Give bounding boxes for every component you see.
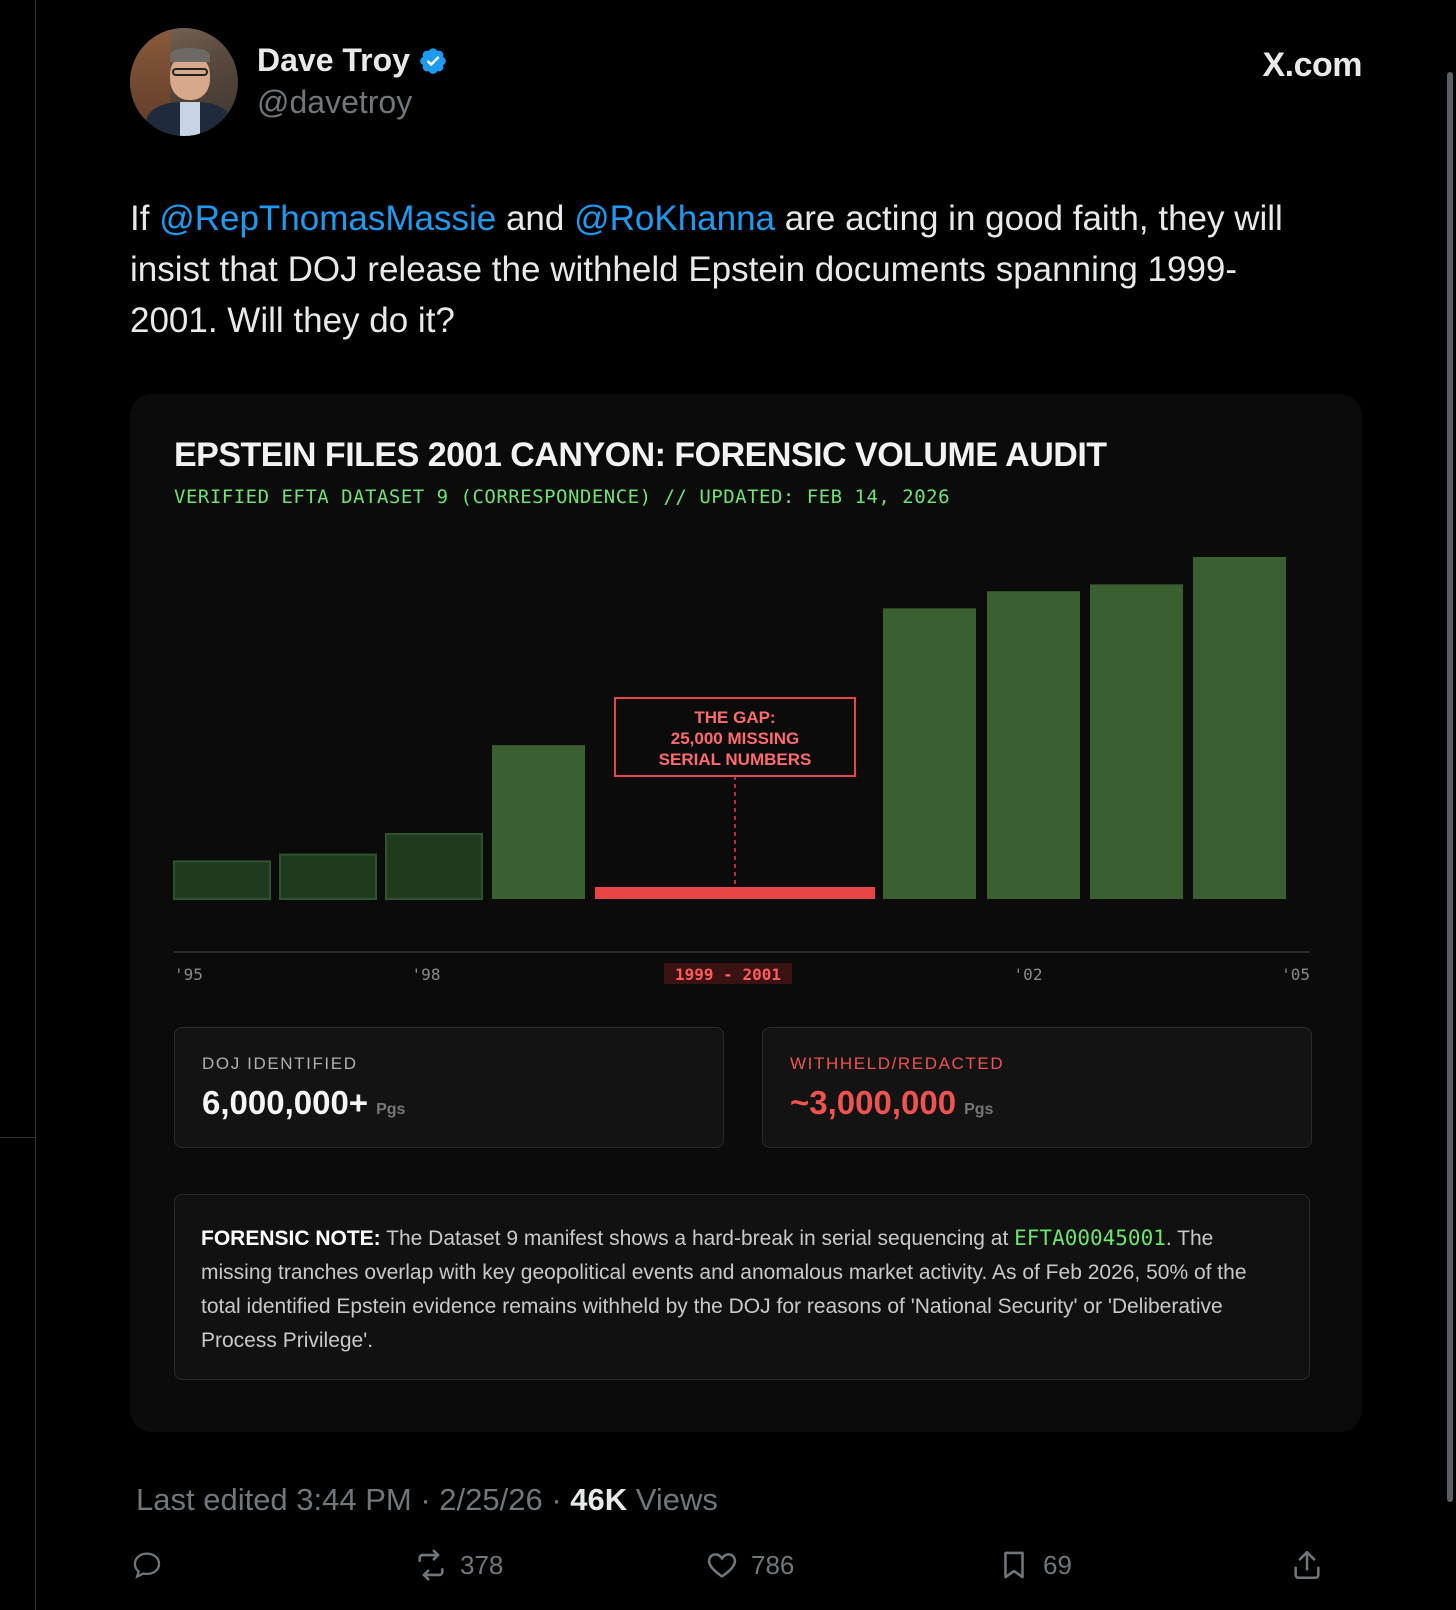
tweet-text-segment: If — [130, 199, 160, 238]
x-tick-label: '98 — [412, 965, 441, 984]
gap-annotation-text: THE GAP: — [694, 708, 775, 727]
stat-unit: Pgs — [964, 1101, 994, 1118]
scrollbar-thumb[interactable] — [1447, 72, 1453, 1502]
timeline-border — [35, 0, 36, 1610]
tweet-text: If @RepThomasMassie and @RoKhanna are ac… — [130, 193, 1320, 346]
x-tick-label: '02 — [1014, 965, 1043, 984]
gap-annotation-text: SERIAL NUMBERS — [659, 750, 812, 769]
media-card[interactable]: EPSTEIN FILES 2001 CANYON: FORENSIC VOLU… — [130, 394, 1362, 1432]
stat-card-doj-identified: DOJ IDENTIFIED 6,000,000+ Pgs — [174, 1027, 724, 1148]
stat-value: 6,000,000+ — [202, 1084, 369, 1121]
site-logo-label: X.com — [1262, 46, 1362, 84]
stat-card-withheld: WITHHELD/REDACTED ~3,000,000 Pgs — [762, 1027, 1312, 1148]
note-text: The Dataset 9 manifest shows a hard-brea… — [380, 1227, 1015, 1250]
bookmark-count: 69 — [1043, 1549, 1072, 1580]
verified-badge-icon — [420, 47, 446, 74]
tweet-meta: Last edited 3:44 PM · 2/25/26 · 46K View… — [136, 1482, 718, 1518]
stat-unit: Pgs — [376, 1101, 406, 1118]
x-tick-label: 1999 - 2001 — [675, 965, 781, 984]
retweet-count: 378 — [460, 1549, 504, 1580]
like-count: 786 — [751, 1549, 795, 1580]
retweet-icon — [418, 1549, 444, 1581]
tweet-actions: 378 786 69 — [130, 1548, 1362, 1588]
tweet-text-segment: and — [496, 199, 575, 238]
chart-subtitle: VERIFIED EFTA DATASET 9 (CORRESPONDENCE)… — [174, 486, 951, 508]
chart-bar — [492, 745, 585, 899]
stat-label: WITHHELD/REDACTED — [790, 1054, 1005, 1073]
gap-bar — [595, 887, 875, 899]
x-tick-label: '95 — [174, 965, 203, 984]
gap-annotation-text: 25,000 MISSING — [671, 729, 800, 748]
views-count: 46K — [570, 1482, 628, 1517]
scrollbar[interactable] — [1444, 60, 1456, 1512]
author-handle[interactable]: @davetroy — [257, 84, 412, 121]
chart-bar — [1090, 584, 1183, 899]
bar-chart: THE GAP: 25,000 MISSING SERIAL NUMBERS '95 '… — [173, 557, 1310, 984]
author-name-row[interactable]: Dave Troy — [257, 42, 448, 79]
reply-icon — [133, 1552, 161, 1579]
avatar[interactable] — [130, 28, 238, 136]
edited-timestamp[interactable]: Last edited 3:44 PM · 2/25/26 — [136, 1482, 543, 1517]
x-tick-label: '05 — [1281, 965, 1310, 984]
stat-label: DOJ IDENTIFIED — [202, 1054, 358, 1073]
share-icon — [1294, 1550, 1320, 1580]
retweet-button[interactable]: 378 — [414, 1548, 503, 1582]
mention-link[interactable]: @RepThomasMassie — [159, 199, 496, 238]
stat-value-row: 6,000,000+ Pgs — [202, 1084, 405, 1122]
author-display-name[interactable]: Dave Troy — [257, 42, 410, 79]
views-label: Views — [635, 1482, 718, 1517]
bookmark-icon — [1004, 1551, 1024, 1579]
like-button[interactable]: 786 — [705, 1548, 794, 1582]
mention-link[interactable]: @RoKhanna — [574, 199, 775, 238]
note-label: FORENSIC NOTE: — [201, 1227, 381, 1250]
chart-bar — [279, 853, 377, 901]
timeline-divider — [0, 1137, 36, 1138]
meta-separator: · — [551, 1482, 562, 1517]
chart-bar — [385, 833, 483, 900]
stat-value: ~3,000,000 — [790, 1084, 957, 1121]
note-serial-code: EFTA00045001 — [1014, 1226, 1166, 1250]
forensic-note: FORENSIC NOTE: The Dataset 9 manifest sh… — [174, 1194, 1310, 1380]
chart-title: EPSTEIN FILES 2001 CANYON: FORENSIC VOLU… — [174, 436, 1107, 474]
chart-bar — [883, 608, 976, 899]
share-button[interactable] — [1290, 1548, 1324, 1582]
bookmark-button[interactable]: 69 — [997, 1548, 1072, 1582]
heart-icon — [707, 1553, 737, 1578]
stat-value-row: ~3,000,000 Pgs — [790, 1084, 993, 1122]
chart-bar — [987, 591, 1080, 899]
reply-button[interactable] — [130, 1548, 176, 1582]
chart-bar — [1193, 557, 1286, 899]
chart-bar — [173, 860, 271, 901]
